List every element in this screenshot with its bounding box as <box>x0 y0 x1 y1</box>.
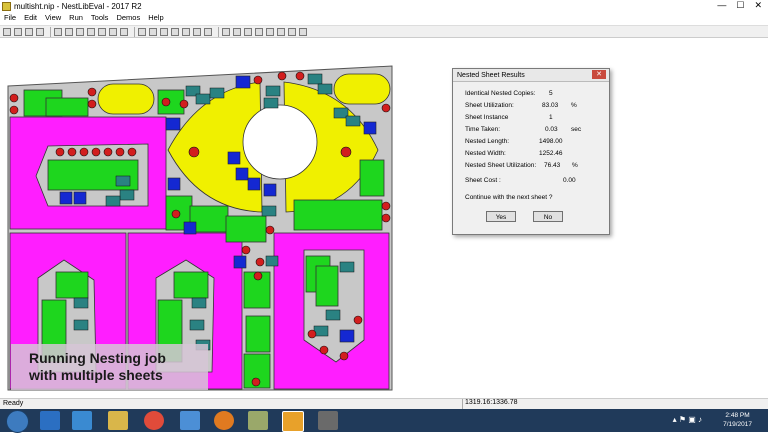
caption-line-2: with multiple sheets <box>29 367 163 383</box>
toolbar-button-icon[interactable] <box>14 27 22 36</box>
firefox-icon[interactable] <box>214 411 234 430</box>
row-label: Sheet Cost : <box>465 177 501 184</box>
status-ready: Ready <box>3 400 24 407</box>
row-value: 1252.46 <box>539 150 563 157</box>
toolbar-button-icon[interactable] <box>222 27 230 36</box>
toolbar-button-icon[interactable] <box>3 27 11 36</box>
close-button[interactable]: ✕ <box>754 0 762 11</box>
menu-file[interactable]: File <box>0 13 20 24</box>
taskbar: ▴ ⚑ ▣ ♪ 2:48 PM 7/19/2017 <box>0 409 768 433</box>
row-label: Nested Length: <box>465 138 510 145</box>
row-label: Time Taken: <box>465 126 501 133</box>
dialog-title: Nested Sheet Results <box>453 69 609 82</box>
toolbar-button-icon[interactable] <box>76 27 84 36</box>
nestlib-icon[interactable] <box>248 411 268 430</box>
active-app-icon[interactable] <box>282 411 304 432</box>
toolbar-button-icon[interactable] <box>149 27 157 36</box>
row-value: 83.03 <box>542 102 559 109</box>
row-value: 76.43 <box>544 162 561 169</box>
toolbar-button-icon[interactable] <box>25 27 33 36</box>
toolbar-button-icon[interactable] <box>87 27 95 36</box>
toolbar-button-icon[interactable] <box>288 27 296 36</box>
menu-edit[interactable]: Edit <box>20 13 41 24</box>
menu-help[interactable]: Help <box>144 13 167 24</box>
recorder-icon[interactable] <box>318 411 338 430</box>
app-icon <box>2 1 11 11</box>
toolbar-separator <box>218 26 219 37</box>
system-tray[interactable]: ▴ ⚑ ▣ ♪ <box>673 415 702 424</box>
toolbar-button-icon[interactable] <box>171 27 179 36</box>
chrome-icon[interactable] <box>144 411 164 430</box>
toolbar-button-icon[interactable] <box>266 27 274 36</box>
status-coordinates: 1319.16:1336.78 <box>462 399 695 409</box>
menu-run[interactable]: Run <box>65 13 87 24</box>
toolbar-button-icon[interactable] <box>182 27 190 36</box>
row-unit: sec <box>571 126 582 133</box>
row-unit: % <box>572 162 578 169</box>
toolbar-button-icon[interactable] <box>233 27 241 36</box>
toolbar-button-icon[interactable] <box>244 27 252 36</box>
toolbar-button-icon[interactable] <box>138 27 146 36</box>
row-value: 0.00 <box>563 177 576 184</box>
toolbar <box>0 25 768 38</box>
row-label: Nested Sheet Utilization: <box>465 162 537 169</box>
clock[interactable]: 2:48 PM 7/19/2017 <box>723 411 752 429</box>
continue-question: Continue with the next sheet ? <box>465 194 553 201</box>
toolbar-separator <box>50 26 51 37</box>
toolbar-button-icon[interactable] <box>98 27 106 36</box>
toolbar-button-icon[interactable] <box>36 27 44 36</box>
title-bar: multisht.nip - NestLibEval - 2017 R2 — ☐… <box>0 0 768 12</box>
row-label: Nested Width: <box>465 150 506 157</box>
dialog-close-button[interactable]: ✕ <box>592 70 606 79</box>
toolbar-button-icon[interactable] <box>120 27 128 36</box>
caption-line-1: Running Nesting job <box>29 350 166 366</box>
menu-view[interactable]: View <box>41 13 65 24</box>
window-title: multisht.nip - NestLibEval - 2017 R2 <box>14 1 142 11</box>
media-player-icon[interactable] <box>72 411 92 430</box>
toolbar-button-icon[interactable] <box>299 27 307 36</box>
no-button[interactable]: No <box>533 211 563 222</box>
row-value: 1 <box>549 114 553 121</box>
menu-demos[interactable]: Demos <box>112 13 144 24</box>
explorer-icon[interactable] <box>108 411 128 430</box>
row-unit: % <box>571 102 577 109</box>
maximize-button[interactable]: ☐ <box>736 0 744 11</box>
video-caption: Running Nesting job with multiple sheets <box>11 344 208 390</box>
toolbar-button-icon[interactable] <box>109 27 117 36</box>
row-label: Identical Nested Copies: <box>465 90 536 97</box>
clock-time: 2:48 PM <box>725 412 750 419</box>
row-value: 0.03 <box>545 126 558 133</box>
toolbar-separator <box>134 26 135 37</box>
toolbar-button-icon[interactable] <box>65 27 73 36</box>
toolbar-button-icon[interactable] <box>54 27 62 36</box>
clock-date: 7/19/2017 <box>723 421 752 428</box>
toolbar-button-icon[interactable] <box>277 27 285 36</box>
center-hole <box>242 104 318 180</box>
row-value: 1498.00 <box>539 138 563 145</box>
yes-button[interactable]: Yes <box>486 211 516 222</box>
nested-sheet-results-dialog: Nested Sheet Results ✕ Identical Nested … <box>452 68 610 235</box>
menu-bar: File Edit View Run Tools Demos Help <box>0 13 768 24</box>
toolbar-button-icon[interactable] <box>193 27 201 36</box>
minimize-button[interactable]: — <box>717 0 726 11</box>
toolbar-button-icon[interactable] <box>204 27 212 36</box>
row-label: Sheet Utilization: <box>465 102 514 109</box>
toolbar-button-icon[interactable] <box>160 27 168 36</box>
lync-icon[interactable] <box>180 411 200 430</box>
row-label: Sheet Instance <box>465 114 509 121</box>
ie-icon[interactable] <box>40 411 60 430</box>
nesting-canvas[interactable]: Running Nesting job with multiple sheets <box>0 38 768 398</box>
row-value: 5 <box>549 90 553 97</box>
start-button[interactable] <box>6 410 29 433</box>
menu-tools[interactable]: Tools <box>87 13 113 24</box>
toolbar-button-icon[interactable] <box>255 27 263 36</box>
